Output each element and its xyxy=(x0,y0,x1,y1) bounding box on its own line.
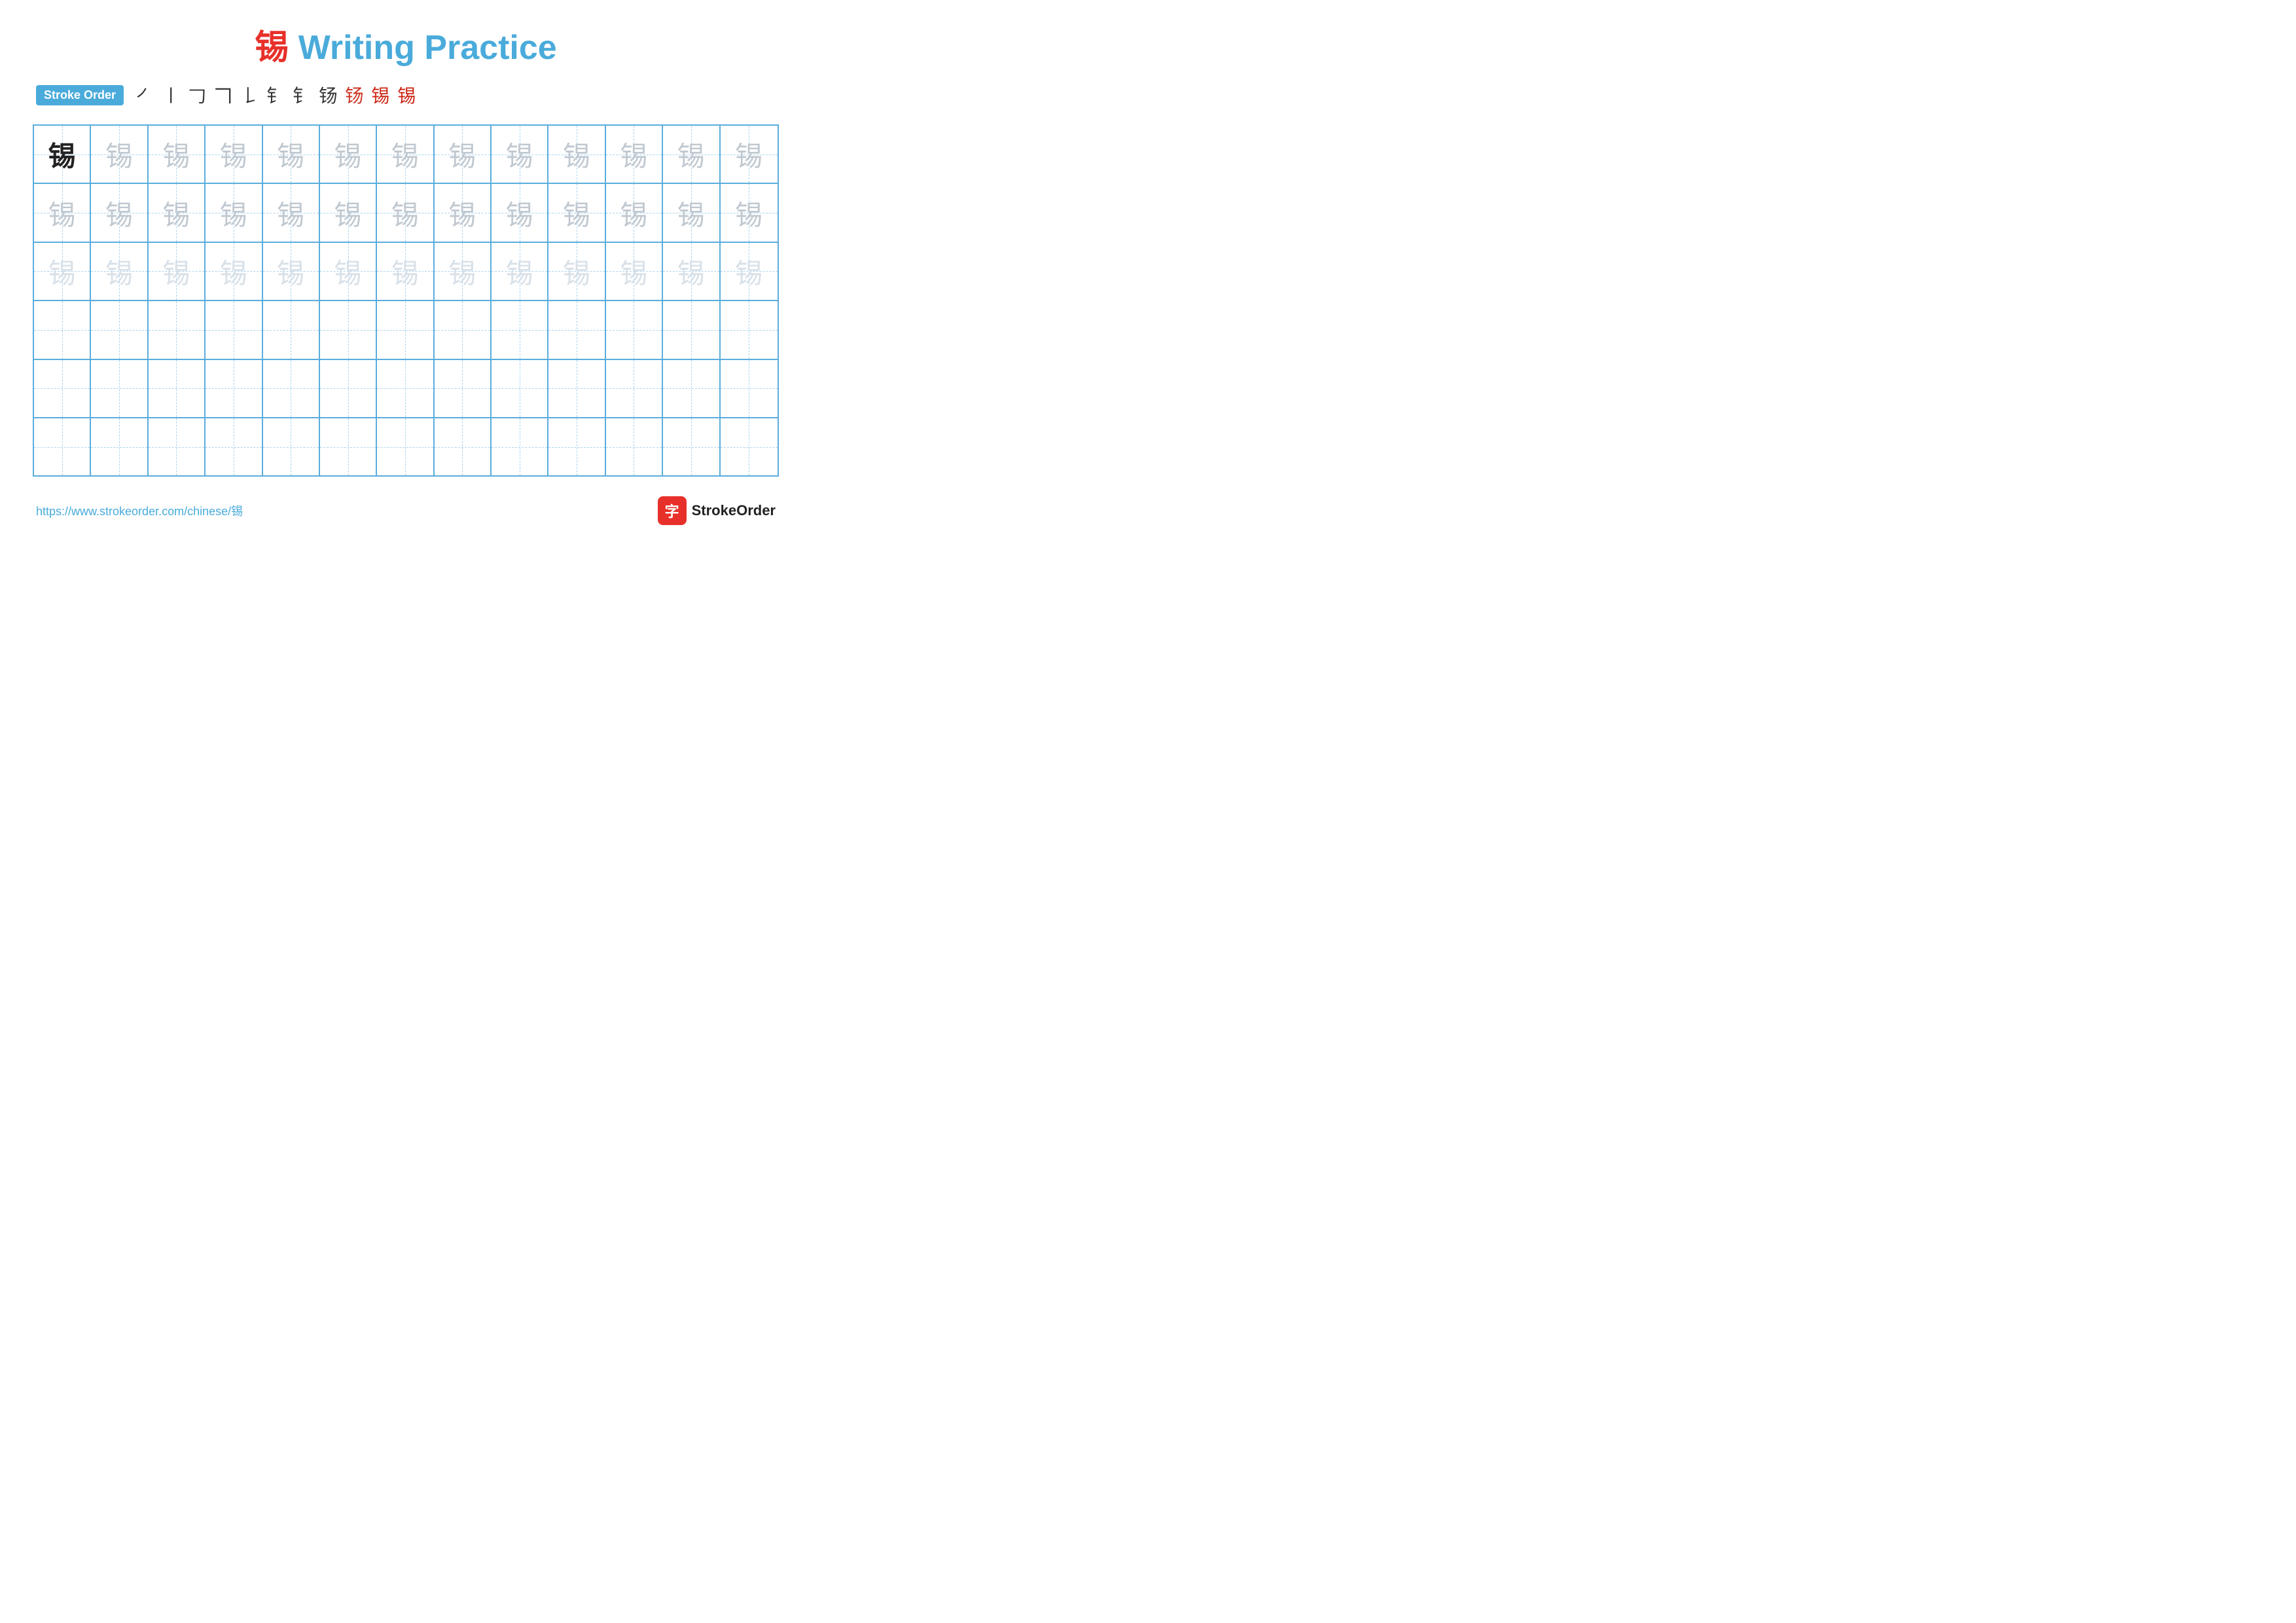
grid-cell xyxy=(721,301,778,358)
grid-cell: 锡 xyxy=(435,126,492,183)
grid-cell xyxy=(435,301,492,358)
grid-cell xyxy=(663,301,720,358)
grid-cell xyxy=(91,301,148,358)
grid-cell: 锡 xyxy=(377,184,434,241)
grid-cell: 锡 xyxy=(34,126,91,183)
grid-cell xyxy=(34,360,91,417)
grid-cell: 锡 xyxy=(721,243,778,300)
grid-cell: 锡 xyxy=(320,184,377,241)
grid-cell: 锡 xyxy=(377,126,434,183)
grid-cell: 锡 xyxy=(263,126,320,183)
footer: https://www.strokeorder.com/chinese/锡 字 … xyxy=(33,496,779,525)
grid-cell: 锡 xyxy=(377,243,434,300)
grid-cell xyxy=(548,360,605,417)
grid-cell xyxy=(663,360,720,417)
grid-cell xyxy=(320,360,377,417)
grid-cell xyxy=(263,418,320,475)
grid-cell xyxy=(435,418,492,475)
grid-cell xyxy=(721,418,778,475)
grid-cell xyxy=(149,418,206,475)
grid-cell xyxy=(492,418,548,475)
grid-cell xyxy=(377,360,434,417)
grid-cell xyxy=(34,301,91,358)
grid-cell xyxy=(149,301,206,358)
grid-cell xyxy=(548,418,605,475)
grid-row-empty xyxy=(34,301,778,359)
grid-cell: 锡 xyxy=(606,126,663,183)
grid-row: 锡 锡 锡 锡 锡 锡 锡 锡 锡 锡 锡 锡 锡 xyxy=(34,184,778,242)
footer-logo: 字 StrokeOrder xyxy=(658,496,776,525)
grid-cell xyxy=(663,418,720,475)
grid-cell: 锡 xyxy=(263,184,320,241)
grid-cell: 锡 xyxy=(206,243,262,300)
title-character: 锡 xyxy=(255,29,289,67)
grid-cell xyxy=(34,418,91,475)
grid-cell: 锡 xyxy=(548,243,605,300)
grid-cell: 锡 xyxy=(492,126,548,183)
stroke-order-row: Stroke Order ㇒ ㇑ 𠃌 𠃍 𠄌 钅 钅 钖 钖 锡 锡 xyxy=(33,82,779,108)
grid-cell: 锡 xyxy=(606,184,663,241)
grid-row: 锡 锡 锡 锡 锡 锡 锡 锡 锡 锡 锡 锡 锡 xyxy=(34,126,778,184)
grid-cell xyxy=(606,418,663,475)
practice-grid: 锡 锡 锡 锡 锡 锡 锡 锡 锡 锡 锡 锡 锡 锡 锡 锡 锡 锡 锡 锡 … xyxy=(33,124,779,477)
grid-cell xyxy=(606,301,663,358)
grid-cell xyxy=(606,360,663,417)
grid-cell xyxy=(91,360,148,417)
grid-cell: 锡 xyxy=(492,243,548,300)
grid-cell: 锡 xyxy=(721,126,778,183)
grid-cell: 锡 xyxy=(34,184,91,241)
stroke-chars: ㇒ ㇑ 𠃌 𠃍 𠄌 钅 钅 钖 钖 锡 锡 xyxy=(135,82,416,108)
grid-cell xyxy=(206,360,262,417)
grid-cell xyxy=(206,418,262,475)
grid-cell: 锡 xyxy=(91,126,148,183)
grid-cell: 锡 xyxy=(663,126,720,183)
footer-logo-text: StrokeOrder xyxy=(692,502,776,519)
title-writing-practice: Writing Practice xyxy=(289,29,556,67)
grid-cell: 锡 xyxy=(548,126,605,183)
grid-cell xyxy=(492,360,548,417)
grid-cell xyxy=(721,360,778,417)
grid-cell: 锡 xyxy=(435,243,492,300)
grid-cell: 锡 xyxy=(149,243,206,300)
page-title: 锡 Writing Practice xyxy=(255,29,556,67)
title-section: 锡 Writing Practice xyxy=(33,20,779,69)
grid-cell: 锡 xyxy=(663,184,720,241)
grid-cell: 锡 xyxy=(263,243,320,300)
grid-cell xyxy=(263,301,320,358)
grid-cell xyxy=(263,360,320,417)
grid-cell: 锡 xyxy=(492,184,548,241)
grid-cell: 锡 xyxy=(320,243,377,300)
grid-cell: 锡 xyxy=(91,243,148,300)
footer-url[interactable]: https://www.strokeorder.com/chinese/锡 xyxy=(36,502,243,519)
grid-cell xyxy=(435,360,492,417)
grid-cell: 锡 xyxy=(721,184,778,241)
grid-cell xyxy=(149,360,206,417)
grid-cell: 锡 xyxy=(206,184,262,241)
grid-cell: 锡 xyxy=(320,126,377,183)
stroke-order-badge: Stroke Order xyxy=(36,85,124,105)
grid-cell xyxy=(492,301,548,358)
grid-cell: 锡 xyxy=(34,243,91,300)
grid-cell: 锡 xyxy=(435,184,492,241)
strokeorder-logo-icon: 字 xyxy=(658,496,687,525)
grid-cell: 锡 xyxy=(149,126,206,183)
grid-cell: 锡 xyxy=(149,184,206,241)
grid-cell xyxy=(548,301,605,358)
grid-cell: 锡 xyxy=(206,126,262,183)
grid-cell: 锡 xyxy=(663,243,720,300)
grid-cell xyxy=(206,301,262,358)
grid-cell xyxy=(320,418,377,475)
grid-cell xyxy=(320,301,377,358)
grid-row-empty xyxy=(34,418,778,475)
grid-row-empty xyxy=(34,360,778,418)
grid-cell: 锡 xyxy=(91,184,148,241)
grid-cell xyxy=(91,418,148,475)
grid-cell: 锡 xyxy=(606,243,663,300)
grid-row: 锡 锡 锡 锡 锡 锡 锡 锡 锡 锡 锡 锡 锡 xyxy=(34,243,778,301)
grid-cell: 锡 xyxy=(548,184,605,241)
grid-cell xyxy=(377,418,434,475)
grid-cell xyxy=(377,301,434,358)
